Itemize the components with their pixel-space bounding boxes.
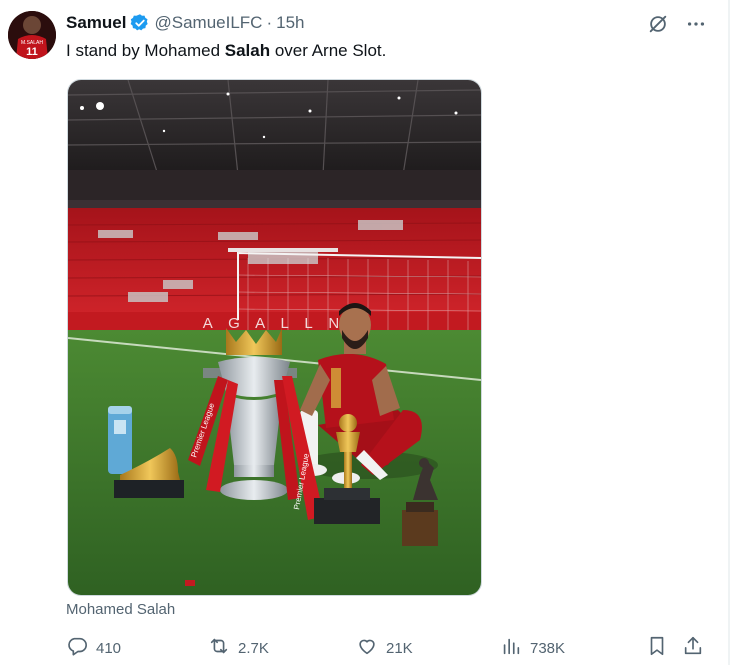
stadium-photo: A G A L L N Premier League Premier Leagu…: [68, 80, 481, 595]
tweet-text-part: I stand by Mohamed: [66, 41, 225, 60]
timestamp[interactable]: 15h: [276, 13, 304, 33]
tweet-photo[interactable]: A G A L L N Premier League Premier Leagu…: [67, 79, 482, 596]
verified-badge-icon[interactable]: [130, 13, 150, 33]
views-icon: [500, 635, 522, 661]
avatar[interactable]: M.SALAH 11: [8, 11, 56, 59]
bookmark-icon: [646, 635, 668, 661]
views-button[interactable]: 738K: [500, 636, 565, 660]
reply-button[interactable]: 410: [66, 636, 121, 660]
share-button[interactable]: [682, 636, 704, 660]
like-count: 21K: [386, 639, 413, 657]
avatar-shirt-number: 11: [26, 46, 38, 58]
repost-icon: [208, 635, 230, 661]
tweet-text: I stand by Mohamed Salah over Arne Slot.: [66, 40, 386, 62]
reply-icon: [66, 635, 88, 661]
tweet-text-part: over Arne Slot.: [270, 41, 387, 60]
grok-icon[interactable]: [646, 12, 670, 36]
tweet-actions: 410 2.7K 21K 738K: [66, 636, 706, 660]
bookmark-button[interactable]: [646, 636, 668, 660]
more-icon[interactable]: [684, 12, 708, 36]
reply-count: 410: [96, 639, 122, 657]
ad-board-text: A G A L L N: [203, 315, 345, 332]
repost-button[interactable]: 2.7K: [208, 636, 269, 660]
heart-icon: [356, 635, 378, 661]
display-name[interactable]: Samuel: [66, 13, 126, 33]
tweet-text-bold: Salah: [224, 41, 271, 60]
blue-bottle-trophy: [108, 406, 132, 474]
repost-count: 2.7K: [238, 639, 269, 657]
tweet-header: Samuel @SamueILFC · 15h: [66, 12, 305, 34]
separator: ·: [266, 13, 273, 32]
user-handle[interactable]: @SamueILFC: [154, 13, 262, 33]
like-button[interactable]: 21K: [356, 636, 413, 660]
views-count: 738K: [530, 639, 566, 657]
tweet-top-actions: [646, 12, 708, 36]
media-caption: Mohamed Salah: [66, 601, 176, 618]
tweet: M.SALAH 11 Samuel @SamueILFC · 15h I sta…: [0, 0, 730, 665]
share-icon: [682, 635, 704, 661]
